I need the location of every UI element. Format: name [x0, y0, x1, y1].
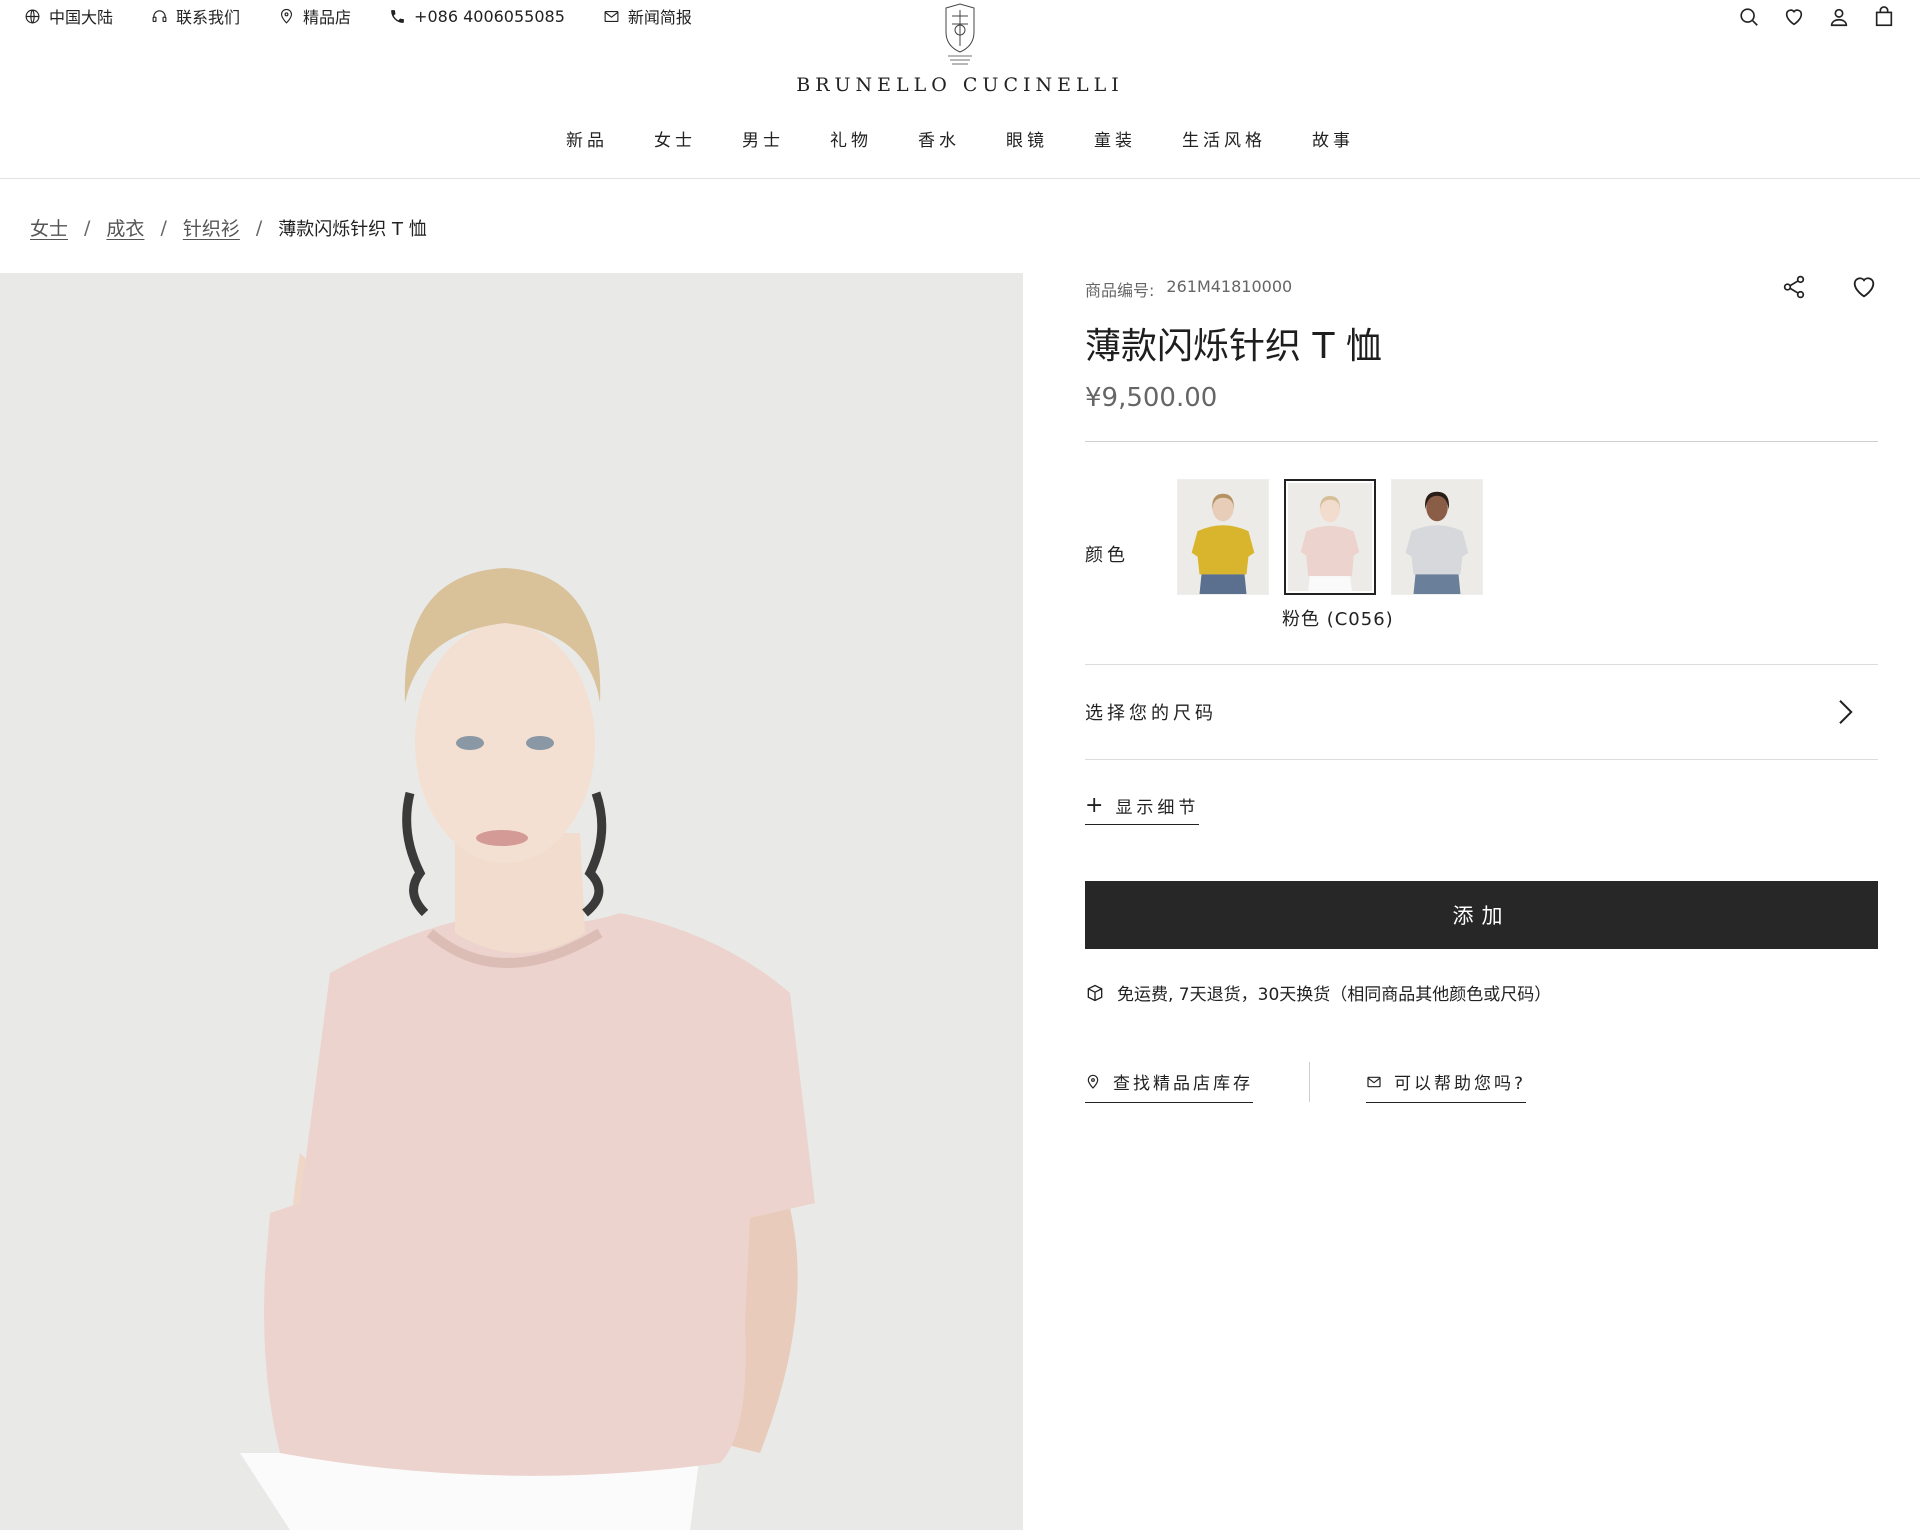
breadcrumb-clothing[interactable]: 成衣: [106, 214, 144, 241]
nav-item-kids[interactable]: 童装: [1094, 126, 1136, 151]
nav-item-lifestyle[interactable]: 生活风格: [1182, 126, 1266, 151]
crest-icon: [945, 3, 975, 65]
nav-item-stories[interactable]: 故事: [1312, 126, 1354, 151]
action-divider: [1309, 1062, 1310, 1102]
header-divider: [0, 178, 1920, 179]
product-image[interactable]: [0, 273, 1023, 1530]
breadcrumb-separator: /: [160, 216, 167, 239]
breadcrumb-separator: /: [84, 216, 91, 239]
secondary-actions: 查找精品店库存 可以帮助您吗?: [1085, 1062, 1527, 1106]
product-title: 薄款闪烁针织 T 恤: [1085, 326, 1382, 367]
location-pin-icon: [1087, 1074, 1099, 1089]
sku-label: 商品编号:: [1085, 281, 1155, 300]
swatch-grey[interactable]: [1391, 479, 1483, 595]
size-selector[interactable]: 选择您的尺码: [1085, 665, 1878, 759]
color-swatches: [1177, 479, 1498, 595]
nav-item-gifts[interactable]: 礼物: [830, 126, 872, 151]
color-label: 颜色: [1085, 545, 1129, 566]
nav-item-new[interactable]: 新品: [566, 126, 608, 151]
help-link[interactable]: 可以帮助您吗?: [1366, 1069, 1527, 1103]
brand-logo[interactable]: BRUNELLO CUCINELLI: [0, 0, 1920, 96]
nav-item-men[interactable]: 男士: [742, 126, 784, 151]
breadcrumb-current: 薄款闪烁针织 T 恤: [278, 218, 427, 240]
breadcrumb-separator: /: [255, 216, 263, 239]
nav-item-eyewear[interactable]: 眼镜: [1006, 126, 1048, 151]
nav-item-fragrance[interactable]: 香水: [918, 126, 960, 151]
chevron-right-icon: [1839, 700, 1853, 724]
product-sku: 商品编号: 261M41810000: [1085, 277, 1292, 301]
help-label: 可以帮助您吗?: [1394, 1074, 1527, 1094]
swatch-pink-image: [1288, 483, 1372, 591]
mail-icon: [1367, 1076, 1381, 1087]
divider: [1085, 441, 1878, 442]
plus-icon: +: [1085, 792, 1104, 818]
shipping-text: 免运费, 7天退货，30天换货（相同商品其他颜色或尺码）: [1117, 985, 1552, 1005]
swatch-yellow[interactable]: [1177, 479, 1269, 595]
heart-icon: [1853, 277, 1875, 298]
product-price: ¥9,500.00: [1085, 383, 1218, 413]
package-icon: [1087, 984, 1103, 1001]
model-photo: [0, 273, 1023, 1530]
brand-wordmark: BRUNELLO CUCINELLI: [796, 74, 1124, 96]
swatch-pink[interactable]: [1284, 479, 1376, 595]
breadcrumb-women[interactable]: 女士: [30, 214, 68, 241]
sku-value: 261M41810000: [1166, 277, 1293, 296]
breadcrumb: 女士 / 成衣 / 针织衫 / 薄款闪烁针织 T 恤: [30, 214, 427, 241]
nav-item-women[interactable]: 女士: [654, 126, 696, 151]
share-button[interactable]: [1780, 273, 1808, 301]
divider: [1085, 759, 1878, 760]
shipping-note: 免运费, 7天退货，30天换货（相同商品其他颜色或尺码）: [1085, 980, 1551, 1005]
selected-color-name: 粉色 (C056): [1282, 609, 1394, 630]
swatch-grey-image: [1392, 480, 1482, 594]
add-to-wishlist-button[interactable]: [1850, 273, 1878, 301]
show-details-label: 显示细节: [1115, 798, 1200, 818]
size-selector-label: 选择您的尺码: [1085, 703, 1217, 724]
find-in-store-link[interactable]: 查找精品店库存: [1085, 1069, 1253, 1103]
show-details-toggle[interactable]: + 显示细节: [1085, 792, 1200, 825]
main-navigation: 新品 女士 男士 礼物 香水 眼镜 童装 生活风格 故事: [0, 126, 1920, 151]
share-icon: [1783, 275, 1805, 299]
breadcrumb-knitwear[interactable]: 针织衫: [183, 214, 240, 241]
add-to-cart-button[interactable]: 添加: [1085, 881, 1878, 949]
find-in-store-label: 查找精品店库存: [1113, 1074, 1253, 1094]
swatch-yellow-image: [1178, 480, 1268, 594]
product-actions-icons: [1738, 273, 1878, 301]
